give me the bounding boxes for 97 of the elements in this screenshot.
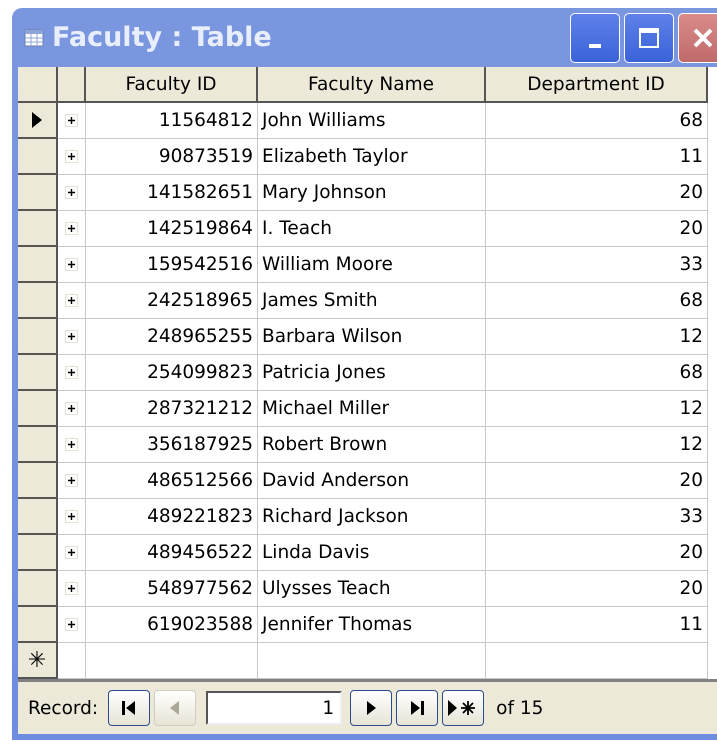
table-cell: 11 [486,607,708,643]
new-row-selector[interactable]: ✳ [18,643,58,679]
table-cell: 12 [486,319,708,355]
record-label: Record: [28,698,98,718]
window-title: Faculty : Table [52,22,273,53]
table-cell: 489456522 [86,535,258,571]
row-selector[interactable] [18,211,58,247]
expand-icon[interactable] [65,150,78,163]
table-cell: Barbara Wilson [258,319,486,355]
table-cell: Mary Johnson [258,175,486,211]
table-cell: 619023588 [86,607,258,643]
expand-icon[interactable] [65,618,78,631]
table-cell: 11564812 [86,103,258,139]
column-header[interactable]: Faculty Name [258,67,486,103]
row-selector[interactable] [18,391,58,427]
table-cell: Jennifer Thomas [258,607,486,643]
table-cell: 20 [486,463,708,499]
row-selector[interactable] [18,355,58,391]
last-record-button[interactable] [396,690,438,726]
table-cell: 489221823 [86,499,258,535]
column-header[interactable]: Department ID [486,67,708,103]
maximize-icon [637,26,661,50]
current-row-icon [31,111,43,129]
expand-icon[interactable] [65,258,78,271]
row-selector[interactable] [18,571,58,607]
table-cell: 356187925 [86,427,258,463]
expand-icon[interactable] [65,186,78,199]
table-cell: David Anderson [258,463,486,499]
row-selector[interactable] [18,463,58,499]
expand-icon[interactable] [65,438,78,451]
table-cell: 20 [486,571,708,607]
row-selector[interactable] [18,175,58,211]
expand-icon[interactable] [65,582,78,595]
table-cell: 486512566 [86,463,258,499]
table-cell: 90873519 [86,139,258,175]
column-header[interactable]: Faculty ID [86,67,258,103]
table-cell: I. Teach [258,211,486,247]
row-selector[interactable] [18,535,58,571]
record-number-field[interactable]: 1 [206,691,342,725]
table-cell: 12 [486,391,708,427]
table-cell: 141582651 [86,175,258,211]
header-corner [18,67,58,103]
expand-icon[interactable] [65,294,78,307]
row-selector[interactable] [18,499,58,535]
minimize-button[interactable] [570,12,620,62]
expand-icon[interactable] [65,510,78,523]
table-cell: 33 [486,247,708,283]
table-icon [24,28,44,46]
table-cell: Patricia Jones [258,355,486,391]
table-cell: John Williams [258,103,486,139]
close-button[interactable] [678,12,717,62]
first-record-button[interactable] [108,690,150,726]
table-cell: James Smith [258,283,486,319]
row-selector[interactable] [18,139,58,175]
table-cell: 254099823 [86,355,258,391]
new-record-button[interactable] [442,690,484,726]
next-record-button[interactable] [350,690,392,726]
row-selector[interactable] [18,283,58,319]
table-cell: 287321212 [86,391,258,427]
row-selector[interactable] [18,247,58,283]
table-cell: 248965255 [86,319,258,355]
table-cell: William Moore [258,247,486,283]
table-cell: 20 [486,535,708,571]
table-cell: 12 [486,427,708,463]
table-cell: 68 [486,103,708,139]
table-cell: Richard Jackson [258,499,486,535]
table-cell: 68 [486,355,708,391]
row-selector[interactable] [18,607,58,643]
expand-icon[interactable] [65,474,78,487]
table-cell: 159542516 [86,247,258,283]
expand-icon[interactable] [65,546,78,559]
expand-icon[interactable] [65,402,78,415]
table-cell: 242518965 [86,283,258,319]
table-cell: 68 [486,283,708,319]
table-cell: Ulysses Teach [258,571,486,607]
header-corner [58,67,86,103]
expand-icon[interactable] [65,366,78,379]
row-selector[interactable] [18,103,58,139]
new-record-marker: ✳ [28,648,46,672]
minimize-icon [589,44,601,48]
row-selector[interactable] [18,319,58,355]
table-cell: 11 [486,139,708,175]
row-selector[interactable] [18,427,58,463]
table-cell: 548977562 [86,571,258,607]
table-cell: 33 [486,499,708,535]
table-cell: Michael Miller [258,391,486,427]
table-cell: 142519864 [86,211,258,247]
expand-icon[interactable] [65,114,78,127]
expand-icon[interactable] [65,222,78,235]
table-cell: Elizabeth Taylor [258,139,486,175]
table-cell: Robert Brown [258,427,486,463]
expand-icon[interactable] [65,330,78,343]
table-cell: 20 [486,211,708,247]
table-cell: Linda Davis [258,535,486,571]
record-count: of 15 [496,698,544,718]
maximize-button[interactable] [624,12,674,62]
table-cell: 20 [486,175,708,211]
